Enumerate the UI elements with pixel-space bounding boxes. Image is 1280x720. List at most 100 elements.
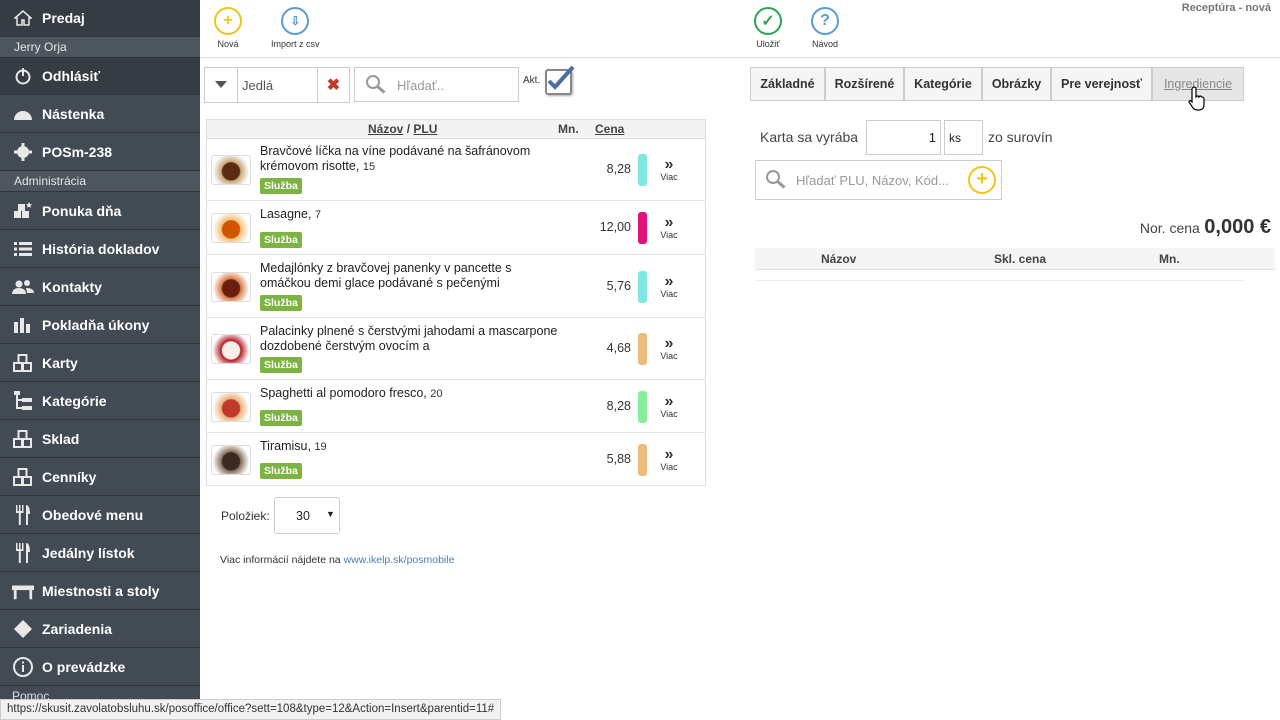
table-row[interactable]: Medajlónky z bravčovej panenky v pancett… xyxy=(207,255,705,318)
color-tag xyxy=(638,153,647,186)
item-thumbnail xyxy=(211,444,251,475)
norm-price-value: 0,000 € xyxy=(1204,216,1271,238)
more-button[interactable]: » Viac xyxy=(659,215,679,241)
nav-label: Obedové menu xyxy=(42,506,144,523)
active-label: Akt. xyxy=(523,75,541,86)
more-button[interactable]: » Viac xyxy=(659,393,679,419)
nav-item-12[interactable]: O prevádzke xyxy=(0,648,200,686)
item-name: Palacinky plnené s čerstvými jahodami a … xyxy=(260,324,558,353)
item-plu: 7 xyxy=(314,209,322,221)
color-tag xyxy=(638,390,647,423)
quantity-input[interactable]: 1 xyxy=(866,120,941,155)
more-button[interactable]: » Viac xyxy=(659,273,679,299)
search-input[interactable]: Hľadať.. xyxy=(354,67,519,102)
tab-0[interactable]: Základné xyxy=(750,67,825,101)
info-link[interactable]: www.ikelp.sk/posmobile xyxy=(344,554,455,566)
sort-name-link[interactable]: Názov xyxy=(368,122,403,136)
table-row[interactable]: Palacinky plnené s čerstvými jahodami a … xyxy=(207,318,705,380)
help-button[interactable]: ? Návod xyxy=(811,7,839,49)
nav-label: Kontakty xyxy=(42,278,102,295)
nav-item-5[interactable]: Kategórie xyxy=(0,382,200,420)
unit-value: ks xyxy=(949,131,961,145)
nav-label: Nástenka xyxy=(42,105,105,122)
ingredient-search-input[interactable]: Hľadať PLU, Názov, Kód... + xyxy=(755,160,1002,200)
nav-item-9[interactable]: Jedálny lístok xyxy=(0,534,200,572)
nav-item-0[interactable]: Ponuka dňa xyxy=(0,192,200,230)
new-button[interactable]: + Nová xyxy=(214,7,242,49)
nav-label: História dokladov xyxy=(42,240,160,257)
nav-item-6[interactable]: Sklad xyxy=(0,420,200,458)
nav-item-11[interactable]: Zariadenia xyxy=(0,610,200,648)
import-button[interactable]: ⇩ Import z csv xyxy=(271,7,320,49)
more-button[interactable]: » Viac xyxy=(659,156,679,182)
nav-dashboard[interactable]: Nástenka xyxy=(0,95,200,133)
nav-item-1[interactable]: História dokladov xyxy=(0,230,200,268)
home-icon xyxy=(12,7,34,29)
more-label: Viac xyxy=(660,408,678,419)
info-icon xyxy=(12,656,34,678)
caret-down-icon: ▼ xyxy=(326,509,335,519)
diamond-icon xyxy=(12,618,34,640)
tab-2[interactable]: Kategórie xyxy=(904,67,982,101)
nav-label: Pokladňa úkony xyxy=(42,316,150,333)
save-button[interactable]: ✓ Uložiť xyxy=(754,7,782,49)
table-header: Názov / PLU Mn. Cena xyxy=(206,119,706,138)
nav-item-8[interactable]: Obedové menu xyxy=(0,496,200,534)
nav-logout[interactable]: Odhlásiť xyxy=(0,58,200,95)
nav-label: POSm-238 xyxy=(42,143,113,160)
nav-predaj[interactable]: Predaj xyxy=(0,0,200,37)
page-size-select[interactable]: 30 ▼ xyxy=(274,497,340,534)
norm-price-label: Nor. cena xyxy=(1139,220,1200,236)
check-icon: ✓ xyxy=(754,7,782,35)
active-checkbox[interactable] xyxy=(545,65,575,95)
table-row[interactable]: Spaghetti al pomodoro fresco, 20 Služba 8,… xyxy=(207,380,705,433)
status-badge: Služba xyxy=(260,463,302,479)
nav-label: Zariadenia xyxy=(42,620,113,637)
table-row[interactable]: Lasagne, 7 Služba 12,00 » Viac xyxy=(207,201,705,255)
hand-cursor-icon xyxy=(1188,86,1205,111)
nav-label: Predaj xyxy=(42,10,85,26)
nav-item-4[interactable]: Karty xyxy=(0,344,200,382)
item-plu: 15 xyxy=(362,161,376,173)
tab-1[interactable]: Rozšírené xyxy=(825,67,904,101)
table-row[interactable]: Bravčové líčka na víne podávané na šafrá… xyxy=(207,138,705,201)
add-ingredient-button[interactable]: + xyxy=(968,166,996,194)
item-name-block: Bravčové líčka na víne podávané na šafrá… xyxy=(260,144,560,175)
import-icon: ⇩ xyxy=(281,7,310,35)
tab-3[interactable]: Obrázky xyxy=(982,67,1051,101)
double-chevron-right-icon: » xyxy=(664,335,674,352)
nav-item-10[interactable]: Miestnosti a stoly xyxy=(0,572,200,610)
status-url: https://skusit.zavolatobsluhu.sk/posoffi… xyxy=(0,699,502,720)
nav-item-3[interactable]: Pokladňa úkony xyxy=(0,306,200,344)
category-select[interactable]: Jedlá xyxy=(204,67,318,103)
more-button[interactable]: » Viac xyxy=(659,335,679,362)
item-thumbnail xyxy=(211,391,251,422)
tab-4[interactable]: Pre verejnosť xyxy=(1051,67,1152,101)
more-label: Viac xyxy=(660,171,678,182)
sort-price-link[interactable]: Cena xyxy=(595,122,624,136)
nav-label: Sklad xyxy=(42,430,80,447)
ingredients-header: Názov Skl. cena Mn. xyxy=(755,248,1275,270)
card-label: Karta sa vyrába xyxy=(760,129,859,145)
help-label: Návod xyxy=(811,39,838,49)
nav-item-7[interactable]: Cenníky xyxy=(0,458,200,496)
clear-category-button[interactable]: ✖ xyxy=(317,67,350,103)
nav-label: Miestnosti a stoly xyxy=(42,582,160,599)
status-badge: Služba xyxy=(260,232,302,248)
sort-plu-link[interactable]: PLU xyxy=(413,122,437,136)
item-plu: 20 xyxy=(430,388,443,400)
unit-field[interactable]: ks xyxy=(944,120,983,155)
item-name: Tiramisu, xyxy=(260,439,311,453)
nav-label: Kategórie xyxy=(42,392,107,409)
item-name-block: Tiramisu, 19 xyxy=(260,439,560,455)
nav-label: Cenníky xyxy=(42,468,97,485)
more-button[interactable]: » Viac xyxy=(659,446,679,472)
toolbar: + Nová ⇩ Import z csv ✓ Uložiť ? Návod R… xyxy=(200,0,1280,58)
nav-item-2[interactable]: Kontakty xyxy=(0,268,200,306)
item-name-block: Lasagne, 7 xyxy=(260,207,560,223)
color-tag xyxy=(638,212,647,244)
users-icon xyxy=(12,276,34,298)
nav-device[interactable]: POSm-238 xyxy=(0,133,200,171)
table-row[interactable]: Tiramisu, 19 Služba 5,88 » Viac xyxy=(207,433,705,486)
search-placeholder: Hľadať.. xyxy=(397,78,444,93)
